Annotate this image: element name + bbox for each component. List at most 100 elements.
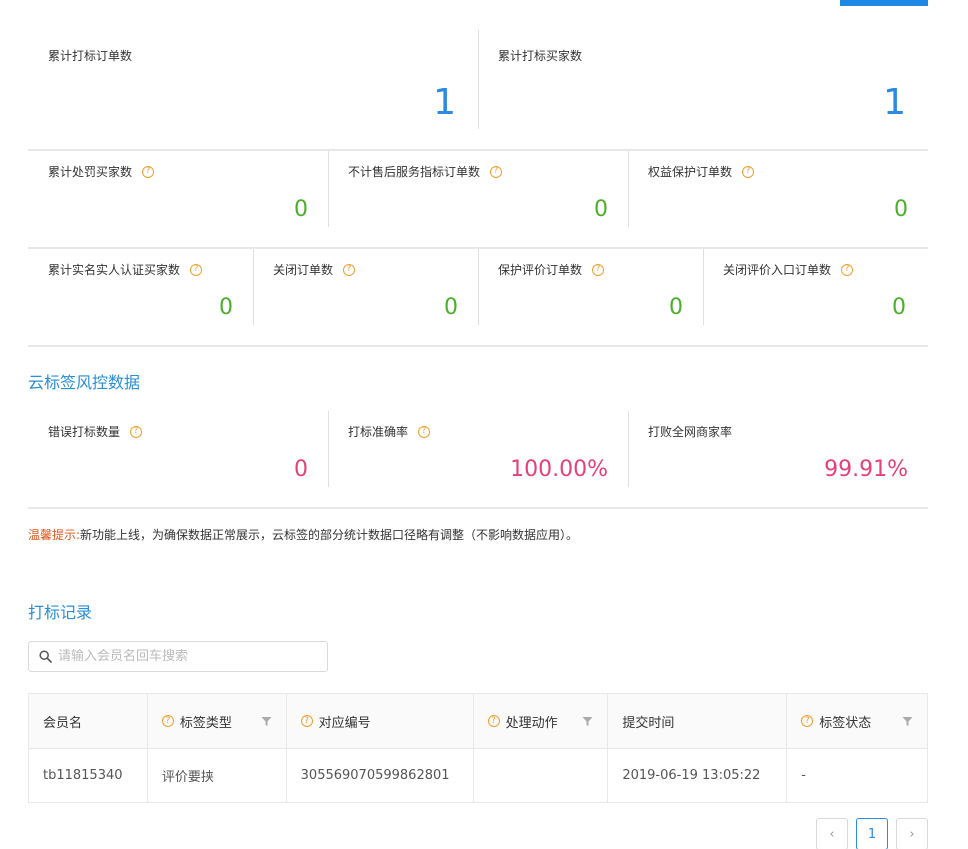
table-row: tb11815340 评价要挟 305569070599862801 2019-…	[28, 748, 928, 803]
risk-cell-beat-rate: 打败全网商家率 99.91%	[628, 411, 928, 507]
summary-row-2: 累计处罚买家数? 0 不计售后服务指标订单数? 0 权益保护订单数? 0	[28, 151, 928, 249]
help-icon[interactable]: ?	[130, 425, 143, 438]
help-icon[interactable]: ?	[142, 165, 155, 178]
stat-label-text: 累计处罚买家数	[48, 165, 133, 179]
column-header-submit-time: 提交时间	[607, 693, 788, 749]
stat-label: 权益保护订单数?	[648, 163, 755, 180]
stat-value: 0	[219, 295, 233, 320]
stat-label-text: 累计实名实人认证买家数	[48, 263, 181, 277]
help-icon[interactable]: ?	[487, 715, 500, 727]
risk-cell-accuracy: 打标准确率? 100.00%	[328, 411, 628, 507]
filter-icon[interactable]	[261, 716, 272, 727]
column-header-label: 标签状态	[819, 715, 872, 731]
tip-label: 温馨提示:	[28, 528, 81, 542]
pagination-next-button[interactable]: ›	[896, 818, 928, 849]
risk-row: 错误打标数量? 0 打标准确率? 100.00% 打败全网商家率 99.91%	[28, 411, 928, 509]
search-icon	[39, 650, 52, 663]
cell-ref-number: 305569070599862801	[285, 748, 474, 803]
filter-icon[interactable]	[582, 716, 593, 727]
stat-label: 打标准确率?	[348, 423, 431, 440]
warm-tip: 温馨提示:新功能上线，为确保数据正常展示，云标签的部分统计数据口径略有调整（不影…	[28, 526, 578, 543]
stat-value: 0	[294, 457, 308, 482]
stat-label: 打败全网商家率	[648, 425, 733, 439]
pagination-page-1[interactable]: 1	[856, 818, 888, 849]
summary-row-3: 累计实名实人认证买家数? 0 关闭订单数? 0 保护评价订单数? 0 关闭评价入…	[28, 249, 928, 347]
stat-cell-closed-review-entry-orders: 关闭评价入口订单数? 0	[703, 249, 928, 345]
stat-value: 0	[594, 197, 608, 222]
cell-submit-time: 2019-06-19 13:05:22	[607, 748, 788, 803]
help-icon[interactable]: ?	[592, 263, 605, 276]
chevron-right-icon: ›	[909, 826, 915, 842]
cell-action	[472, 748, 609, 803]
column-header-label: 提交时间	[622, 715, 675, 731]
tip-text: 新功能上线，为确保数据正常展示，云标签的部分统计数据口径略有调整（不影响数据应用…	[80, 528, 579, 542]
column-header-label: 会员名	[43, 715, 83, 731]
column-header-label: 对应编号	[318, 715, 371, 731]
stat-cell-total-marked-buyers: 累计打标买家数 1	[478, 30, 928, 149]
stat-cell-punished-buyers: 累计处罚买家数? 0	[28, 151, 328, 247]
stat-label: 错误打标数量?	[48, 423, 143, 440]
help-icon[interactable]: ?	[418, 425, 431, 438]
risk-cell-wrong-marks: 错误打标数量? 0	[28, 411, 328, 507]
stat-label: 累计实名实人认证买家数?	[48, 261, 203, 278]
stat-label-text: 保护评价订单数	[498, 263, 583, 277]
stat-value: 0	[444, 295, 458, 320]
column-header-action: ? 处理动作	[472, 693, 609, 749]
stat-label: 累计处罚买家数?	[48, 163, 155, 180]
stat-label-text: 关闭评价入口订单数	[723, 263, 832, 277]
column-header-tag-status: ? 标签状态	[786, 693, 928, 749]
member-search-box[interactable]	[28, 641, 328, 672]
column-header-member: 会员名	[28, 693, 148, 749]
stat-label: 关闭订单数?	[273, 261, 356, 278]
stat-value: 100.00%	[510, 457, 608, 482]
help-icon[interactable]: ?	[801, 715, 814, 727]
stat-label: 累计打标买家数	[498, 49, 583, 63]
stat-label-text: 不计售后服务指标订单数	[348, 165, 481, 179]
help-icon[interactable]: ?	[300, 715, 313, 727]
stat-value: 1	[433, 82, 456, 123]
help-icon[interactable]: ?	[490, 165, 503, 178]
stat-label: 不计售后服务指标订单数?	[348, 163, 503, 180]
stat-label-text: 关闭订单数	[273, 263, 334, 277]
stat-label: 累计打标订单数	[48, 49, 133, 63]
chevron-left-icon: ‹	[829, 826, 835, 842]
column-header-label: 标签类型	[179, 715, 232, 731]
help-icon[interactable]: ?	[161, 715, 174, 727]
cell-tag-status: -	[786, 748, 928, 803]
summary-row-1: 累计打标订单数 1 累计打标买家数 1	[28, 30, 928, 151]
stat-label: 关闭评价入口订单数?	[723, 261, 854, 278]
pagination-prev-button[interactable]: ‹	[816, 818, 848, 849]
stat-label-text: 错误打标数量	[48, 425, 121, 439]
risk-section-title: 云标签风控数据	[28, 373, 141, 392]
filter-icon[interactable]	[902, 716, 913, 727]
stat-cell-protected-review-orders: 保护评价订单数? 0	[478, 249, 703, 345]
top-toolbar-strip	[0, 0, 968, 6]
top-action-button[interactable]	[840, 0, 928, 6]
stat-value: 99.91%	[824, 457, 908, 482]
column-header-tag-type: ? 标签类型	[146, 693, 287, 749]
records-table: 会员名 ? 标签类型 ? 对应编号 ? 处理动作 提交时间 ? 标签状态 tb11815…	[28, 693, 928, 803]
help-icon[interactable]: ?	[841, 263, 854, 276]
stat-cell-verified-buyers: 累计实名实人认证买家数? 0	[28, 249, 253, 345]
stat-value: 0	[294, 197, 308, 222]
stat-value: 0	[669, 295, 683, 320]
stat-cell-rights-protected-orders: 权益保护订单数? 0	[628, 151, 928, 247]
table-header-row: 会员名 ? 标签类型 ? 对应编号 ? 处理动作 提交时间 ? 标签状态	[28, 693, 928, 749]
stat-cell-excluded-aftersale-orders: 不计售后服务指标订单数? 0	[328, 151, 628, 247]
help-icon[interactable]: ?	[742, 165, 755, 178]
column-header-ref-number: ? 对应编号	[285, 693, 474, 749]
help-icon[interactable]: ?	[190, 263, 203, 276]
stat-cell-closed-orders: 关闭订单数? 0	[253, 249, 478, 345]
cell-tag-type: 评价要挟	[146, 748, 287, 803]
stat-cell-total-marked-orders: 累计打标订单数 1	[28, 30, 478, 149]
stat-value: 0	[892, 295, 906, 320]
stat-label-text: 打标准确率	[348, 425, 409, 439]
cell-member: tb11815340	[28, 748, 148, 803]
stat-label: 保护评价订单数?	[498, 261, 605, 278]
help-icon[interactable]: ?	[343, 263, 356, 276]
column-header-label: 处理动作	[505, 715, 558, 731]
stat-value: 0	[894, 197, 908, 222]
stat-label-text: 权益保护订单数	[648, 165, 733, 179]
stat-value: 1	[883, 82, 906, 123]
member-search-input[interactable]	[58, 649, 308, 664]
